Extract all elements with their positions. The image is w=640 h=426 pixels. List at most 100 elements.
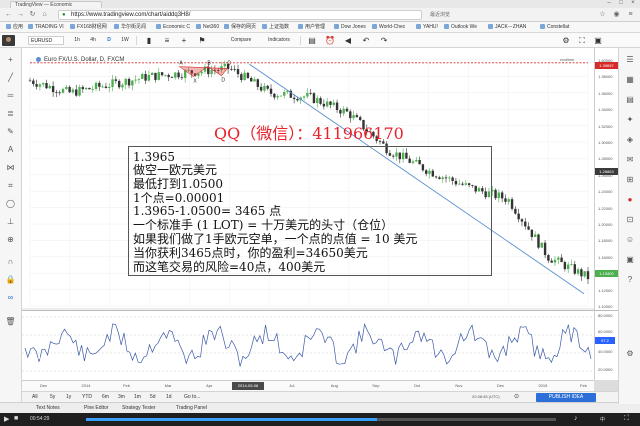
flag-icon[interactable]: ⚑ [196, 36, 208, 45]
watchlist-icon[interactable]: ☰ [623, 54, 637, 66]
volume-icon[interactable]: ♪ [574, 415, 578, 422]
tab-trading-panel[interactable]: Trading Panel [176, 405, 207, 412]
bookmark-item[interactable]: 保存的网页 [224, 24, 256, 31]
pen-icon[interactable]: ✎ [3, 126, 18, 138]
undo-icon[interactable]: ↶ [360, 36, 372, 45]
menu-icon[interactable]: ≡ [626, 10, 635, 19]
goto-button[interactable]: Go to... [184, 394, 200, 401]
screener-icon[interactable]: ⊞ [623, 174, 637, 186]
magnet-icon[interactable]: ∩ [3, 256, 18, 268]
reload-icon[interactable]: ↻ [28, 10, 37, 19]
interval-4h-button[interactable]: 4h [88, 36, 98, 45]
crosshair-icon[interactable]: + [3, 54, 18, 66]
oscillator-pane[interactable] [22, 310, 594, 380]
interval-1h-button[interactable]: 1h [72, 36, 82, 45]
stream-icon[interactable]: ▣ [623, 254, 637, 266]
add-icon[interactable]: + [178, 36, 190, 45]
candles-icon[interactable]: ▮ [142, 36, 156, 45]
extension-icon[interactable]: ◉ [612, 10, 621, 19]
pattern-icon[interactable]: ⋈ [3, 162, 18, 174]
interval-d-button[interactable]: D [104, 36, 114, 45]
forward-icon[interactable]: → [16, 10, 25, 19]
fullscreen-player-icon[interactable]: ⛶ [624, 415, 629, 423]
help-icon[interactable]: ? [623, 274, 637, 286]
fullscreen-icon[interactable]: ⛶ [576, 36, 588, 45]
bookmark-item[interactable]: FX168财经网 [70, 24, 107, 31]
range-button[interactable]: YTD [82, 394, 92, 401]
text-icon[interactable]: A [3, 144, 18, 156]
range-button[interactable]: All [32, 394, 38, 401]
bookmark-item[interactable]: TRADING VI [28, 24, 64, 31]
oscillator-axis[interactable]: 80.0000 60.0000 57.2 40.0000 20.0000 [594, 310, 618, 380]
star-icon[interactable]: ☆ [598, 10, 607, 19]
avatar[interactable] [2, 35, 15, 46]
bookmark-item[interactable]: Dow Jones [334, 24, 366, 31]
chat-icon[interactable]: ✉ [623, 154, 637, 166]
video-progress-bar[interactable] [86, 418, 556, 421]
home-icon[interactable]: ⌂ [40, 10, 49, 19]
calendar-icon[interactable]: ▦ [623, 74, 637, 86]
replay-icon[interactable]: ◀ [342, 36, 354, 45]
range-button[interactable]: 5y [50, 394, 55, 401]
maximize-icon[interactable]: □ [616, 0, 626, 7]
trendline-icon[interactable]: ╱ [3, 72, 18, 84]
zoom-icon[interactable]: ⊕ [3, 234, 18, 246]
range-button[interactable]: 5d [150, 394, 156, 401]
settings-side-icon[interactable]: ⚙ [623, 348, 637, 360]
order-panel-icon[interactable]: ⊡ [623, 214, 637, 226]
symbol-input[interactable]: EURUSD [28, 36, 64, 45]
back-icon[interactable]: ← [4, 10, 13, 19]
bookmark-item[interactable]: YAHU! [416, 24, 438, 31]
recent-label[interactable]: 最近浏览 [430, 11, 550, 19]
publish-idea-button[interactable]: PUBLISH IDEA [536, 393, 596, 402]
hotlist-icon[interactable]: ✦ [623, 114, 637, 126]
settings-icon[interactable]: ⚙ [560, 36, 572, 45]
people-icon[interactable]: ☺ [623, 234, 637, 246]
notification-icon[interactable]: ● [623, 194, 637, 206]
stop-icon[interactable]: ■ [14, 415, 18, 422]
alert-icon[interactable]: ⏰ [324, 36, 336, 45]
range-button[interactable]: 1d [166, 394, 172, 401]
bookmark-item[interactable]: 应用 [6, 24, 23, 31]
time-axis[interactable]: Dec2014FebMarAprJunJulAugSepOctNovDec201… [22, 380, 594, 391]
tab-text-notes[interactable]: Text Notes [36, 405, 60, 412]
interval-w-button[interactable]: 1W [120, 36, 130, 45]
template-icon[interactable]: ▤ [306, 36, 318, 45]
range-button[interactable]: 1m [134, 394, 141, 401]
minimize-icon[interactable]: – [604, 0, 614, 7]
close-icon[interactable]: × [628, 0, 638, 7]
trash-icon[interactable]: 🗑 [3, 316, 18, 328]
bookmark-item[interactable]: Net360 [196, 24, 219, 31]
bars-icon[interactable]: ≡ [160, 36, 174, 45]
camera-icon[interactable]: ▣ [592, 36, 604, 45]
range-button[interactable]: 6m [102, 394, 109, 401]
range-button[interactable]: 3m [118, 394, 125, 401]
compare-button[interactable]: Compare [226, 36, 256, 45]
bookmark-item[interactable]: World-Chec [372, 24, 405, 31]
data-window-icon[interactable]: ▤ [623, 94, 637, 106]
bookmark-item[interactable]: Constellat [540, 24, 569, 31]
utc-clock[interactable]: 20:38:45 (UTC) [472, 394, 500, 399]
horizontal-line-icon[interactable]: ═ [3, 90, 18, 102]
tab-pine-editor[interactable]: Pine Editor [84, 405, 108, 412]
bookmark-item[interactable]: 华尔街见闻 [114, 24, 146, 31]
bookmark-item[interactable]: Outlook We [444, 24, 477, 31]
range-button[interactable]: 1y [66, 394, 71, 401]
redo-icon[interactable]: ↷ [378, 36, 390, 45]
camera-snapshot-icon[interactable]: ⊙ [514, 394, 519, 401]
browser-tab[interactable]: TradingView — Economic [10, 1, 102, 8]
play-icon[interactable]: ▶ [4, 415, 9, 423]
player-label[interactable]: 中 [600, 416, 605, 423]
sponsor-logo[interactable]: Sponsored by ✳ FXCM [33, 355, 79, 375]
lock-drawings-icon[interactable]: 🔒 [3, 274, 18, 286]
url-input[interactable]: ● https://www.tradingview.com/chart/aidd… [58, 10, 422, 20]
bookmark-item[interactable]: Economic C [156, 24, 190, 31]
forecast-icon[interactable]: ⌗ [3, 180, 18, 192]
tab-strategy-tester[interactable]: Strategy Tester [122, 405, 156, 412]
fib-icon[interactable]: ≣ [3, 108, 18, 120]
ruler-icon[interactable]: ⊥ [3, 216, 18, 228]
indicators-button[interactable]: Indicators [262, 36, 296, 45]
bookmark-item[interactable]: JACK－ZHAN [488, 24, 526, 31]
ideas-icon[interactable]: ◈ [623, 134, 637, 146]
bookmark-item[interactable]: 用户管理 [298, 24, 325, 31]
